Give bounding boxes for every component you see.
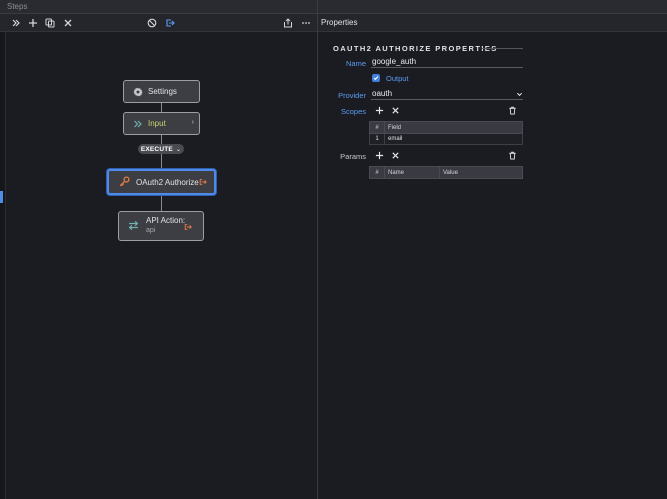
params-col-index: #	[369, 166, 385, 179]
double-chevron-right-icon	[133, 119, 143, 129]
checkmark-icon	[373, 76, 379, 81]
plus-icon	[375, 151, 384, 160]
connector-line	[161, 154, 162, 169]
clear-params-button[interactable]	[508, 151, 517, 160]
scopes-col-index: #	[369, 121, 385, 134]
plus-icon	[375, 106, 384, 115]
prohibit-icon	[147, 18, 157, 28]
settings-node-label: Settings	[148, 87, 177, 96]
clear-scopes-button[interactable]	[508, 106, 517, 115]
close-icon	[392, 152, 399, 159]
api-action-node-sublabel: api	[146, 227, 156, 234]
provider-select[interactable]: oauth	[371, 89, 523, 100]
connector-line	[161, 135, 162, 144]
output-checkbox[interactable]	[372, 74, 380, 82]
gear-icon	[133, 87, 143, 97]
section-divider	[482, 48, 523, 49]
swap-arrows-icon	[128, 220, 140, 232]
input-node[interactable]: Input ›	[123, 112, 200, 135]
gutter-active-marker	[0, 191, 3, 203]
arrow-right-box-icon	[166, 19, 175, 27]
params-table: # Name Value	[369, 166, 523, 179]
ellipsis-icon	[302, 22, 310, 24]
steps-panel-title: Steps	[7, 2, 28, 11]
oauth2-node-label: OAuth2 Authorize	[136, 177, 199, 187]
scopes-col-field: Field	[384, 121, 523, 134]
execute-dropdown[interactable]: EXECUTE ⌄	[138, 144, 184, 154]
name-field[interactable]: google_auth	[371, 57, 523, 68]
properties-top-strip	[318, 0, 667, 14]
scopes-label: Scopes	[340, 107, 366, 116]
trash-icon	[509, 151, 516, 160]
goto-step-button[interactable]	[163, 16, 177, 30]
close-icon	[64, 19, 72, 27]
panel-divider[interactable]	[317, 0, 318, 499]
api-action-node[interactable]: API Action: api	[118, 211, 204, 241]
execute-label: EXECUTE	[140, 145, 173, 153]
chevron-down-icon: ⌄	[175, 146, 182, 153]
input-node-label: Input	[148, 119, 166, 128]
delete-step-button[interactable]	[61, 16, 75, 30]
trash-icon	[509, 106, 516, 115]
name-label: Name	[345, 59, 366, 68]
add-scope-button[interactable]	[375, 106, 384, 115]
oauth2-authorize-node[interactable]: OAuth2 Authorize	[107, 169, 216, 195]
api-action-node-label: API Action:	[146, 216, 186, 225]
duplicate-icon	[45, 18, 55, 28]
table-row[interactable]: 1 email	[369, 133, 523, 145]
duplicate-step-button[interactable]	[43, 16, 57, 30]
remove-scope-button[interactable]	[391, 106, 400, 115]
settings-node[interactable]: Settings	[123, 80, 200, 103]
provider-label: Provider	[338, 91, 366, 100]
params-col-value: Value	[439, 166, 523, 179]
chevron-down-icon[interactable]	[516, 91, 523, 98]
steps-panel-title-bar: Steps	[0, 0, 318, 14]
remove-param-button[interactable]	[391, 151, 400, 160]
output-label: Output	[386, 74, 409, 83]
exit-icon	[184, 223, 193, 232]
properties-title: Properties	[321, 18, 358, 27]
more-options-button[interactable]	[299, 16, 313, 30]
double-chevron-right-icon[interactable]	[9, 16, 23, 30]
chevron-right-icon[interactable]: ›	[192, 119, 194, 126]
connector-line	[161, 195, 162, 211]
exit-icon	[199, 178, 208, 187]
scope-row-index: 1	[369, 133, 385, 145]
params-label: Params	[340, 152, 366, 161]
steps-toolbar	[0, 14, 318, 32]
section-title: OAUTH2 AUTHORIZE PROPERTIES	[333, 44, 498, 53]
properties-header: Properties	[318, 14, 667, 32]
add-param-button[interactable]	[375, 151, 384, 160]
scope-row-field[interactable]: email	[384, 133, 523, 145]
share-button[interactable]	[281, 16, 295, 30]
share-icon	[284, 18, 292, 28]
key-icon	[119, 176, 131, 188]
plus-icon	[29, 19, 37, 27]
disable-step-button[interactable]	[145, 16, 159, 30]
add-step-button[interactable]	[26, 16, 40, 30]
close-icon	[392, 107, 399, 114]
params-col-name: Name	[384, 166, 440, 179]
left-gutter	[0, 32, 6, 499]
scopes-table: # Field 1 email	[369, 121, 523, 145]
